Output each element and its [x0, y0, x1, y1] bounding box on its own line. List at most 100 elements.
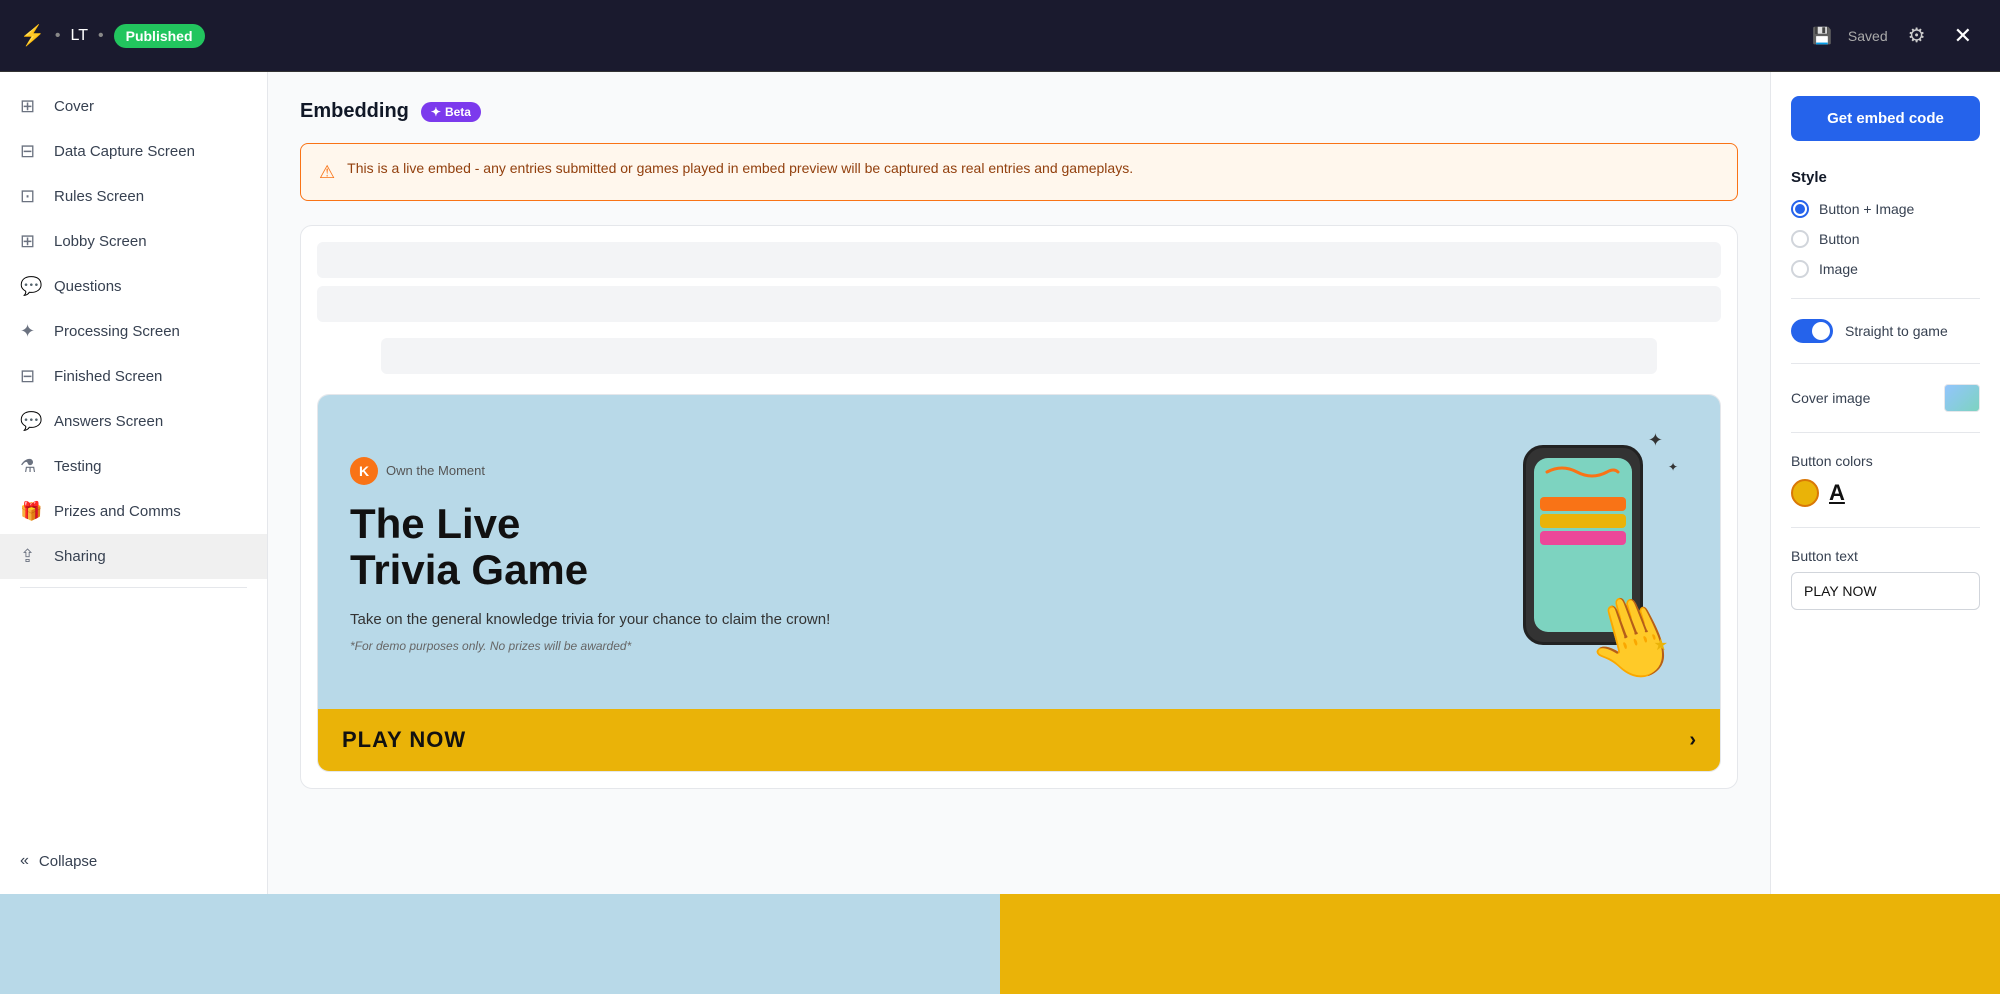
color-swatch-yellow[interactable]: [1791, 479, 1819, 507]
toggle-thumb: [1812, 322, 1830, 340]
phone-bar-1: [1540, 497, 1626, 511]
lobby-icon: ⊞: [20, 231, 42, 252]
sidebar: ⊞ Cover ⊟ Data Capture Screen ⊡ Rules Sc…: [0, 72, 268, 894]
sidebar-item-data-capture[interactable]: ⊟ Data Capture Screen: [0, 129, 267, 174]
beta-badge: ✦ Beta: [421, 102, 481, 122]
game-title: The Live Trivia Game: [350, 501, 1456, 593]
sidebar-item-sharing[interactable]: ⇪ Sharing: [0, 534, 267, 579]
radio-button-image[interactable]: [1791, 200, 1809, 218]
game-title-line2: Trivia Game: [350, 547, 1456, 593]
sidebar-item-finished[interactable]: ⊟ Finished Screen: [0, 354, 267, 399]
section-header: Embedding ✦ Beta: [300, 100, 1738, 123]
sparkle-icon-2: ✦: [1668, 460, 1678, 474]
play-chevron-icon: ›: [1689, 729, 1696, 752]
cover-icon: ⊞: [20, 96, 42, 117]
brand-name: Own the Moment: [386, 463, 485, 478]
modal-header: ⚡ • LT • Published 💾 Saved ⚙ ✕: [0, 0, 2000, 72]
right-divider-3: [1791, 432, 1980, 433]
straight-to-game-row: Straight to game: [1791, 319, 1980, 343]
settings-icon-button[interactable]: ⚙: [1904, 19, 1930, 52]
button-text-label: Button text: [1791, 548, 1980, 564]
bottom-strip: [0, 894, 2000, 994]
style-image-label: Image: [1819, 261, 1858, 277]
color-swatches: A: [1791, 479, 1980, 507]
color-swatch-text[interactable]: A: [1829, 480, 1845, 506]
preview-bar-2: [317, 286, 1721, 322]
right-divider-1: [1791, 298, 1980, 299]
radio-button[interactable]: [1791, 230, 1809, 248]
warning-text: This is a live embed - any entries submi…: [347, 158, 1133, 179]
style-option-image[interactable]: Image: [1791, 260, 1980, 278]
embed-brand: K Own the Moment: [350, 457, 1456, 485]
sidebar-item-cover[interactable]: ⊞ Cover: [0, 84, 267, 129]
sidebar-item-answers[interactable]: 💬 Answers Screen: [0, 399, 267, 444]
sidebar-item-answers-label: Answers Screen: [54, 413, 163, 430]
sidebar-divider: [20, 587, 247, 588]
sidebar-item-lobby[interactable]: ⊞ Lobby Screen: [0, 219, 267, 264]
button-text-input[interactable]: [1791, 572, 1980, 610]
prizes-icon: 🎁: [20, 501, 42, 522]
sidebar-item-processing[interactable]: ✦ Processing Screen: [0, 309, 267, 354]
style-option-button-image[interactable]: Button + Image: [1791, 200, 1980, 218]
embed-play-button[interactable]: PLAY NOW ›: [318, 709, 1720, 771]
straight-to-game-label: Straight to game: [1845, 323, 1948, 339]
collapse-chevron-icon: «: [20, 852, 29, 870]
style-section-title: Style: [1791, 169, 1980, 186]
cover-image-row: Cover image: [1791, 384, 1980, 412]
sparkle-icon-1: ✦: [1648, 430, 1663, 451]
bolt-icon: ⚡: [20, 23, 45, 48]
phone-squiggle: [1542, 462, 1622, 482]
modal-body: ⊞ Cover ⊟ Data Capture Screen ⊡ Rules Sc…: [0, 72, 2000, 894]
sidebar-item-questions[interactable]: 💬 Questions: [0, 264, 267, 309]
cover-image-label: Cover image: [1791, 390, 1870, 406]
header-dot-2: •: [98, 27, 104, 45]
style-button-label: Button: [1819, 231, 1859, 247]
testing-icon: ⚗: [20, 456, 42, 477]
sidebar-item-testing[interactable]: ⚗ Testing: [0, 444, 267, 489]
beta-label: Beta: [445, 105, 471, 119]
preview-bar-3: [381, 338, 1657, 374]
play-now-text: PLAY NOW: [342, 727, 466, 753]
bottom-strip-left: [0, 894, 1000, 994]
embed-card-body: K Own the Moment The Live Trivia Game Ta…: [318, 395, 1720, 709]
section-title: Embedding: [300, 100, 409, 123]
button-colors-label: Button colors: [1791, 453, 1980, 469]
bottom-strip-right: [1000, 894, 2000, 994]
warning-box: ⚠ This is a live embed - any entries sub…: [300, 143, 1738, 201]
embed-preview-area: K Own the Moment The Live Trivia Game Ta…: [300, 225, 1738, 789]
processing-icon: ✦: [20, 321, 42, 342]
right-divider-2: [1791, 363, 1980, 364]
style-option-button[interactable]: Button: [1791, 230, 1980, 248]
warning-icon: ⚠: [319, 159, 335, 186]
save-icon: 💾: [1812, 26, 1832, 46]
radio-image[interactable]: [1791, 260, 1809, 278]
style-button-image-label: Button + Image: [1819, 201, 1914, 217]
sidebar-item-prizes[interactable]: 🎁 Prizes and Comms: [0, 489, 267, 534]
sidebar-item-finished-label: Finished Screen: [54, 368, 162, 385]
sharing-icon: ⇪: [20, 546, 42, 567]
sidebar-item-testing-label: Testing: [54, 458, 102, 475]
questions-icon: 💬: [20, 276, 42, 297]
straight-to-game-toggle[interactable]: [1791, 319, 1833, 343]
main-content: Embedding ✦ Beta ⚠ This is a live embed …: [268, 72, 1770, 894]
beta-icon: ✦: [431, 105, 441, 119]
preview-bar-1: [317, 242, 1721, 278]
embed-card: K Own the Moment The Live Trivia Game Ta…: [317, 394, 1721, 772]
right-divider-4: [1791, 527, 1980, 528]
close-button[interactable]: ✕: [1946, 19, 1980, 53]
sidebar-collapse-button[interactable]: « Collapse: [0, 840, 267, 882]
phone-bar-3: [1540, 531, 1626, 545]
get-embed-code-button[interactable]: Get embed code: [1791, 96, 1980, 141]
button-colors-row: Button colors A: [1791, 453, 1980, 507]
sidebar-item-questions-label: Questions: [54, 278, 122, 295]
sidebar-item-data-capture-label: Data Capture Screen: [54, 143, 195, 160]
cover-image-thumbnail[interactable]: [1944, 384, 1980, 412]
header-separator: •: [55, 27, 61, 45]
right-panel: Get embed code Style Button + Image Butt…: [1770, 72, 2000, 894]
answers-icon: 💬: [20, 411, 42, 432]
game-title-line1: The Live: [350, 501, 1456, 547]
header-title: LT: [71, 27, 88, 45]
button-text-section: Button text: [1791, 548, 1980, 610]
rules-icon: ⊡: [20, 186, 42, 207]
sidebar-item-rules[interactable]: ⊡ Rules Screen: [0, 174, 267, 219]
